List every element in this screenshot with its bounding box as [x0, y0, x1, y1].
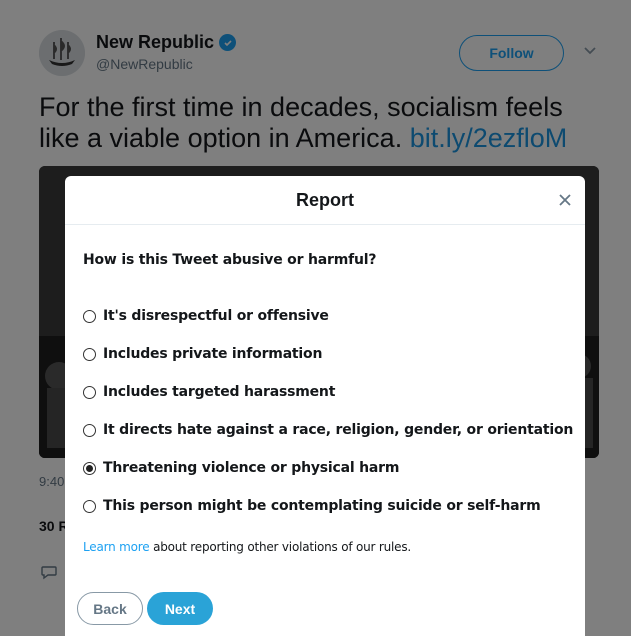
close-icon[interactable]: [557, 192, 573, 208]
option-self-harm[interactable]: This person might be contemplating suici…: [83, 487, 573, 525]
option-private-info[interactable]: Includes private information: [83, 335, 573, 373]
back-button[interactable]: Back: [77, 592, 143, 625]
option-label[interactable]: It's disrespectful or offensive: [103, 308, 329, 324]
option-disrespectful[interactable]: It's disrespectful or offensive: [83, 297, 573, 335]
learn-more-text: Learn more about reporting other violati…: [83, 540, 411, 554]
radio-button[interactable]: [83, 347, 96, 361]
report-question: How is this Tweet abusive or harmful?: [83, 252, 377, 268]
learn-more-link[interactable]: Learn more: [83, 540, 150, 554]
radio-button[interactable]: [83, 309, 96, 323]
option-label[interactable]: Includes targeted harassment: [103, 384, 335, 400]
report-options: It's disrespectful or offensive Includes…: [83, 297, 573, 525]
option-directs-hate[interactable]: It directs hate against a race, religion…: [83, 411, 573, 449]
learn-more-description: about reporting other violations of our …: [149, 540, 412, 554]
option-label[interactable]: It directs hate against a race, religion…: [103, 422, 573, 438]
radio-button[interactable]: [83, 499, 96, 513]
option-threatening-violence[interactable]: Threatening violence or physical harm: [83, 449, 573, 487]
radio-button[interactable]: [83, 423, 96, 437]
option-label[interactable]: Threatening violence or physical harm: [103, 460, 399, 476]
dialog-title: Report: [296, 189, 354, 210]
option-targeted-harassment[interactable]: Includes targeted harassment: [83, 373, 573, 411]
option-label[interactable]: Includes private information: [103, 346, 322, 362]
next-button[interactable]: Next: [147, 592, 213, 625]
radio-button-selected[interactable]: [83, 461, 96, 475]
option-label[interactable]: This person might be contemplating suici…: [103, 498, 541, 514]
radio-button[interactable]: [83, 385, 96, 399]
report-dialog: Report How is this Tweet abusive or harm…: [65, 176, 585, 636]
dialog-header: Report: [65, 176, 585, 225]
